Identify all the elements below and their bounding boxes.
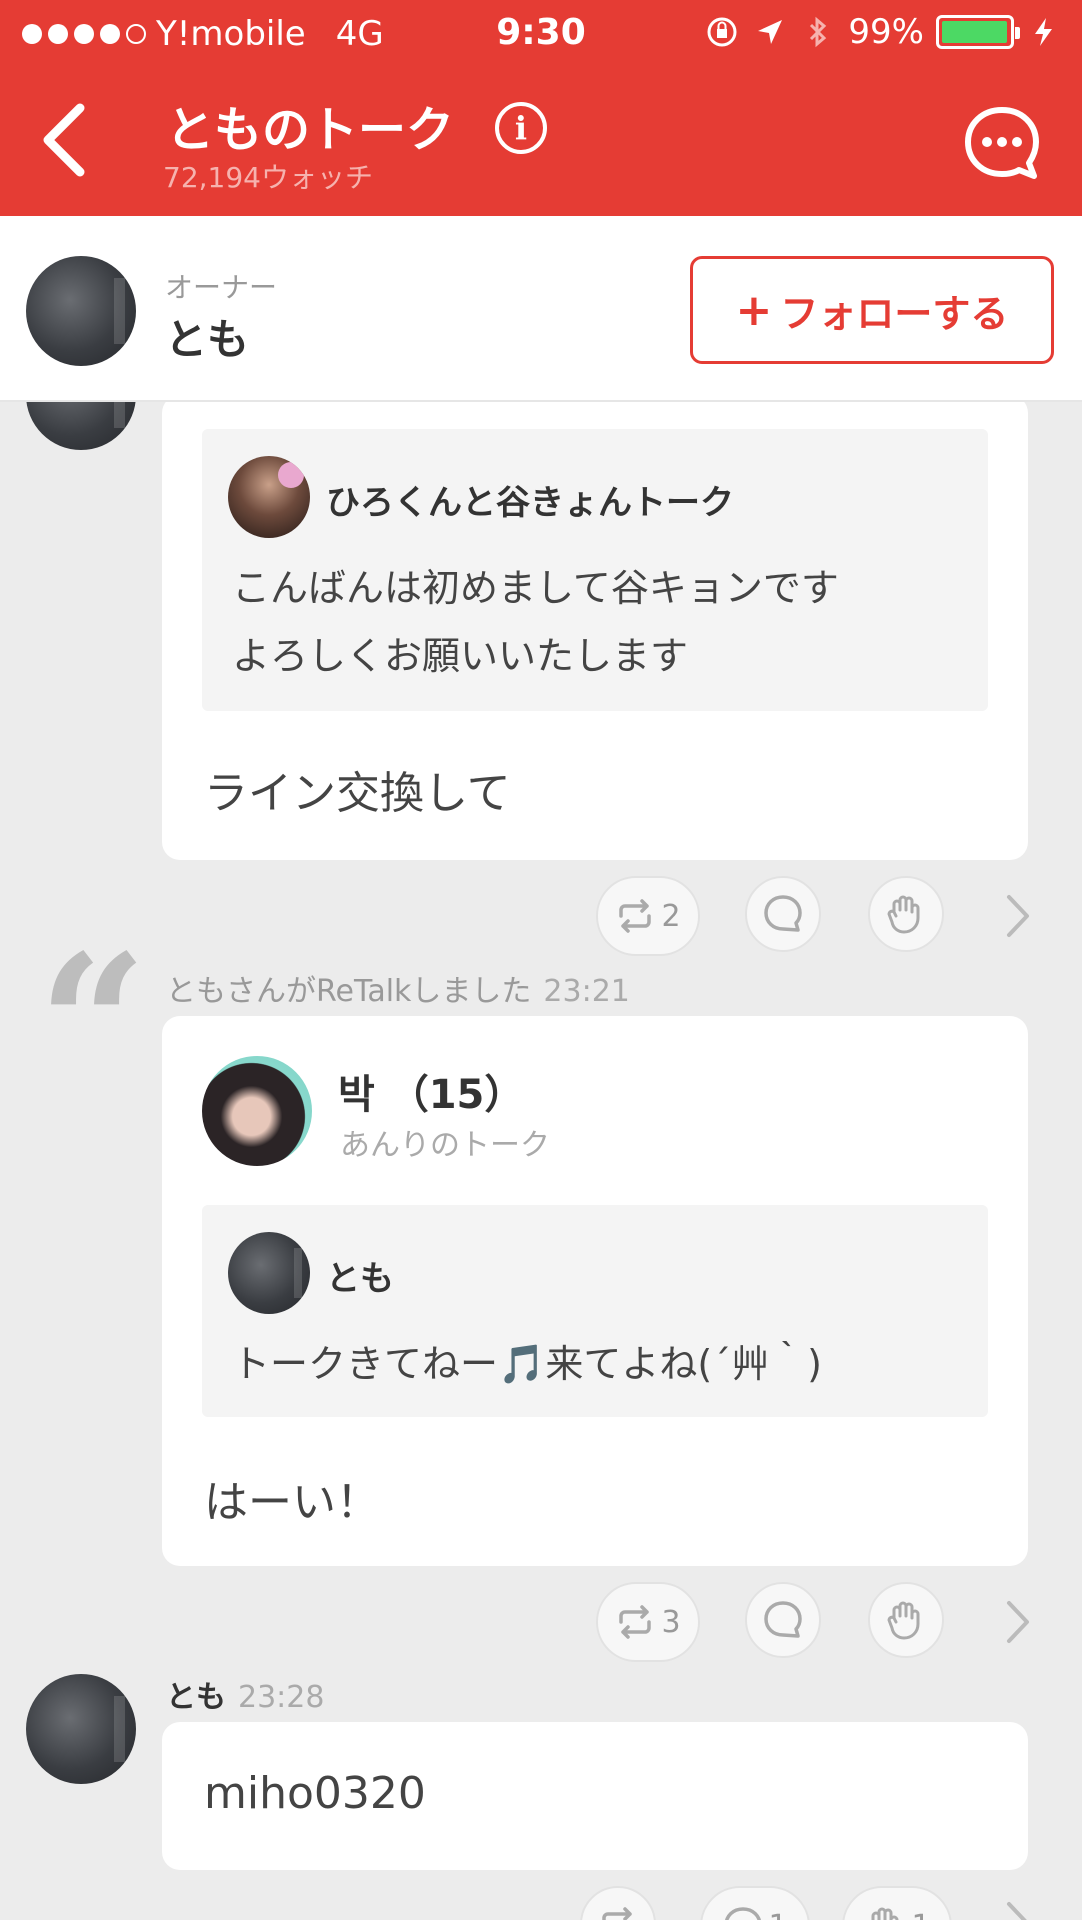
retalk-icon: [602, 1907, 632, 1920]
clap-button[interactable]: [868, 876, 944, 952]
quoted-user-avatar[interactable]: [228, 1232, 310, 1314]
quoted-text-line: こんばんは初めまして谷キョンです: [232, 566, 839, 610]
orientation-lock-icon: [707, 17, 737, 47]
battery-icon: [936, 15, 1020, 49]
owner-name: とも: [165, 315, 250, 364]
owner-avatar[interactable]: [26, 256, 136, 366]
retalk-user-name: 박 （15）: [338, 1072, 525, 1118]
post-message: ライン交換して: [204, 768, 511, 819]
clap-count: 1: [911, 1909, 930, 1920]
retalk-talk-name: あんりのトーク: [340, 1128, 550, 1163]
flower-decoration: [278, 462, 304, 488]
post-author-name: とも: [166, 1680, 226, 1715]
retalk-meta: ともさんがReTalkしました 23:21: [166, 966, 630, 1010]
quoted-talk-name: ひろくんと谷きょんトーク: [326, 483, 734, 523]
retalk-quote-icon: “: [38, 913, 148, 1136]
comment-bubble-icon: [725, 1907, 762, 1920]
post-actions: 2: [0, 876, 1082, 956]
retalk-icon: [619, 899, 652, 933]
clap-hand-icon: [871, 1907, 899, 1920]
retalk-card: 박 （15） あんりのトーク とも トークきてねー🎵来てよね(´艸｀) はーい！: [162, 1016, 1028, 1566]
bluetooth-icon: [810, 16, 827, 48]
quoted-text-line: トークきてねー🎵来てよね(´艸｀): [232, 1342, 822, 1386]
plus-icon: +: [735, 284, 773, 336]
chat-bubble-icon[interactable]: [962, 104, 1042, 184]
retalk-user-avatar[interactable]: [202, 1056, 312, 1166]
post-card: ひろくんと谷きょんトーク こんばんは初めまして谷キョンです よろしくお願いいたし…: [162, 395, 1028, 860]
post-actions: 3: [0, 1582, 1082, 1662]
quoted-text-line: よろしくお願いいたします: [232, 634, 689, 678]
comment-button[interactable]: 1: [700, 1886, 810, 1920]
comment-button[interactable]: [745, 1582, 821, 1658]
chevron-right-icon[interactable]: [997, 891, 1037, 941]
retalk-button[interactable]: 2: [596, 876, 700, 956]
comment-bubble-icon: [764, 895, 802, 932]
retalk-button[interactable]: 3: [596, 1582, 700, 1662]
app-header: Y!mobile 4G 9:30 99% とものトーク i 72,194ウォッチ: [0, 0, 1082, 216]
back-chevron-icon[interactable]: [36, 100, 96, 180]
post-message: はーい！: [204, 1477, 380, 1528]
watch-count: 72,194ウォッチ: [163, 161, 373, 194]
status-bar: Y!mobile 4G 9:30 99%: [0, 0, 1082, 70]
clap-button[interactable]: 1: [842, 1886, 952, 1920]
quoted-post[interactable]: とも トークきてねー🎵来てよね(´艸｀): [202, 1205, 988, 1417]
owner-bar: オーナー とも + フォローする: [0, 216, 1082, 402]
post-actions: 1 1: [0, 1886, 1082, 1920]
status-right: 99%: [704, 12, 1062, 52]
retalk-button[interactable]: [580, 1886, 656, 1920]
retalk-count: 2: [661, 898, 681, 934]
clap-hand-icon: [887, 895, 920, 934]
page-title: とものトーク: [166, 102, 455, 158]
comment-count: 1: [768, 1909, 787, 1920]
quoted-user-name: とも: [326, 1259, 394, 1299]
battery-percent: 99%: [848, 12, 924, 52]
post-meta: とも 23:28: [166, 1672, 324, 1716]
post-message: miho0320: [204, 1768, 426, 1819]
retalk-icon: [619, 1605, 652, 1639]
chevron-right-icon[interactable]: [997, 1597, 1037, 1647]
post-author-avatar[interactable]: [26, 1674, 136, 1784]
post-time: 23:28: [238, 1680, 325, 1715]
charging-bolt-icon: [1035, 18, 1052, 46]
retalk-meta-time: 23:21: [543, 974, 630, 1009]
info-icon[interactable]: i: [495, 102, 547, 154]
chevron-right-icon[interactable]: [997, 1898, 1037, 1920]
post-card: miho0320: [162, 1722, 1028, 1870]
comment-button[interactable]: [745, 876, 821, 952]
comment-bubble-icon: [764, 1601, 802, 1638]
retalk-count: 3: [661, 1604, 681, 1640]
follow-button[interactable]: + フォローする: [690, 256, 1054, 364]
clap-hand-icon: [887, 1601, 920, 1640]
owner-label: オーナー: [165, 271, 278, 304]
quoted-user-avatar[interactable]: [228, 456, 310, 538]
battery-fill: [942, 21, 1008, 43]
clap-button[interactable]: [868, 1582, 944, 1658]
follow-button-label: フォローする: [780, 291, 1009, 336]
location-arrow-icon: [758, 20, 783, 44]
retalk-meta-text: ともさんがReTalkしました: [166, 974, 532, 1009]
quoted-post[interactable]: ひろくんと谷きょんトーク こんばんは初めまして谷キョンです よろしくお願いいたし…: [202, 429, 988, 711]
